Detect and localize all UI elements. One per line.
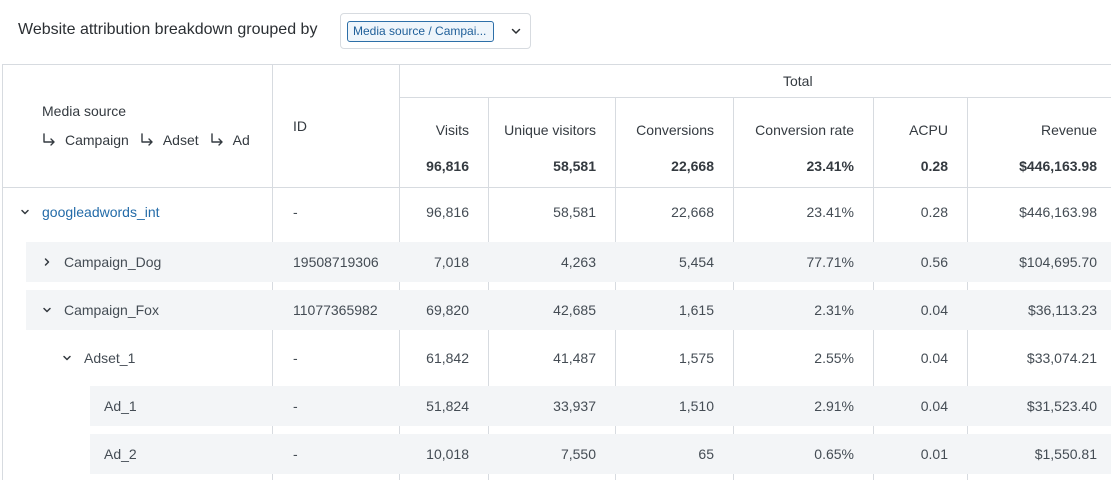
chevron-right-icon[interactable] bbox=[40, 255, 54, 269]
total-visits: 96,816 bbox=[426, 158, 469, 174]
chevron-down-icon[interactable] bbox=[510, 25, 522, 37]
cell-acpu: 0.28 bbox=[920, 204, 948, 220]
cell-conversions: 22,668 bbox=[671, 204, 714, 220]
column-header-visits[interactable]: Visits bbox=[400, 122, 469, 138]
cell-conversion-rate: 23.41% bbox=[806, 204, 854, 220]
cell-unique-visitors: 7,550 bbox=[560, 446, 596, 462]
subdirectory-arrow-icon bbox=[43, 133, 55, 146]
row-name[interactable]: Campaign_Dog bbox=[64, 242, 161, 282]
cell-acpu: 0.04 bbox=[920, 302, 948, 318]
dimension-path: Campaign Adset Ad bbox=[41, 132, 260, 148]
subdirectory-arrow-icon bbox=[210, 133, 223, 146]
cell-visits: 51,824 bbox=[426, 398, 469, 414]
cell-revenue: $36,113.23 bbox=[1027, 302, 1097, 318]
cell-acpu: 0.01 bbox=[920, 446, 948, 462]
column-header-revenue[interactable]: Revenue bbox=[968, 122, 1097, 138]
row-name[interactable]: Campaign_Fox bbox=[64, 290, 159, 330]
row-name[interactable]: googleadwords_int bbox=[42, 192, 160, 232]
path-ad: Ad bbox=[232, 132, 250, 148]
table-row[interactable]: googleadwords_int - 96,816 58,581 22,668… bbox=[3, 192, 1111, 232]
cell-revenue: $1,550.81 bbox=[1034, 446, 1097, 462]
group-by-chip[interactable]: Media source / Campai... bbox=[347, 21, 494, 42]
cell-visits: 69,820 bbox=[426, 302, 469, 318]
cell-unique-visitors: 42,685 bbox=[553, 302, 596, 318]
total-conversion-rate: 23.41% bbox=[806, 158, 854, 174]
cell-conversion-rate: 2.31% bbox=[814, 302, 854, 318]
cell-unique-visitors: 41,487 bbox=[553, 350, 596, 366]
subdirectory-arrow-icon bbox=[141, 133, 153, 146]
cell-conversion-rate: 2.91% bbox=[814, 398, 854, 414]
cell-unique-visitors: 33,937 bbox=[553, 398, 596, 414]
row-name[interactable]: Ad_2 bbox=[104, 434, 137, 474]
cell-conversion-rate: 77.71% bbox=[806, 254, 854, 270]
cell-visits: 10,018 bbox=[426, 446, 469, 462]
cell-conversions: 5,454 bbox=[678, 254, 714, 270]
cell-revenue: $33,074.21 bbox=[1026, 350, 1097, 366]
chevron-down-icon[interactable] bbox=[18, 205, 32, 219]
cell-visits: 7,018 bbox=[433, 254, 469, 270]
report-title: Website attribution breakdown grouped by bbox=[18, 21, 318, 38]
cell-revenue: $446,163.98 bbox=[1019, 204, 1097, 220]
cell-unique-visitors: 4,263 bbox=[560, 254, 596, 270]
column-header-acpu[interactable]: ACPU bbox=[874, 122, 948, 138]
cell-conversion-rate: 0.65% bbox=[814, 446, 854, 462]
total-acpu: 0.28 bbox=[920, 158, 948, 174]
row-id: - bbox=[293, 204, 298, 220]
table-row[interactable]: Campaign_Fox 11077365982 69,820 42,685 1… bbox=[3, 290, 1111, 330]
cell-revenue: $31,523.40 bbox=[1026, 398, 1097, 414]
column-header-conversion-rate[interactable]: Conversion rate bbox=[734, 122, 854, 138]
cell-revenue: $104,695.70 bbox=[1019, 254, 1097, 270]
row-id: - bbox=[293, 398, 298, 414]
cell-conversions: 65 bbox=[698, 446, 714, 462]
cell-conversions: 1,575 bbox=[678, 350, 714, 366]
cell-conversion-rate: 2.55% bbox=[814, 350, 854, 366]
column-header-unique-visitors[interactable]: Unique visitors bbox=[489, 122, 596, 138]
media-source-header[interactable]: Media source bbox=[42, 103, 126, 119]
row-id: 19508719306 bbox=[293, 254, 379, 270]
cell-conversions: 1,510 bbox=[678, 398, 714, 414]
cell-acpu: 0.56 bbox=[920, 254, 948, 270]
table-row[interactable]: Ad_1 - 51,824 33,937 1,510 2.91% 0.04 $3… bbox=[3, 386, 1111, 426]
group-by-select[interactable]: Media source / Campai... bbox=[340, 13, 531, 49]
column-header-conversions[interactable]: Conversions bbox=[616, 122, 714, 138]
cell-visits: 61,842 bbox=[426, 350, 469, 366]
total-unique-visitors: 58,581 bbox=[553, 158, 596, 174]
chevron-down-icon[interactable] bbox=[60, 351, 74, 365]
attribution-table: Media source Campaign Adset Ad ID Total … bbox=[2, 64, 1111, 480]
total-revenue: $446,163.98 bbox=[1019, 158, 1097, 174]
row-id: - bbox=[293, 350, 298, 366]
row-id: 11077365982 bbox=[293, 302, 378, 318]
row-id: - bbox=[293, 446, 298, 462]
row-name[interactable]: Adset_1 bbox=[84, 338, 135, 378]
path-campaign: Campaign bbox=[65, 132, 129, 148]
table-row[interactable]: Campaign_Dog 19508719306 7,018 4,263 5,4… bbox=[3, 242, 1111, 282]
table-row[interactable]: Ad_2 - 10,018 7,550 65 0.65% 0.01 $1,550… bbox=[3, 434, 1111, 474]
id-header[interactable]: ID bbox=[293, 118, 307, 134]
cell-conversions: 1,615 bbox=[678, 302, 714, 318]
row-name[interactable]: Ad_1 bbox=[104, 386, 137, 426]
total-conversions: 22,668 bbox=[671, 158, 714, 174]
report-header: Website attribution breakdown grouped by… bbox=[0, 0, 1111, 64]
cell-visits: 96,816 bbox=[426, 204, 469, 220]
cell-unique-visitors: 58,581 bbox=[553, 204, 596, 220]
table-row[interactable]: Adset_1 - 61,842 41,487 1,575 2.55% 0.04… bbox=[3, 338, 1111, 378]
cell-acpu: 0.04 bbox=[920, 398, 948, 414]
path-adset: Adset bbox=[162, 132, 199, 148]
total-group-header: Total bbox=[783, 73, 813, 89]
chevron-down-icon[interactable] bbox=[40, 303, 54, 317]
cell-acpu: 0.04 bbox=[920, 350, 948, 366]
